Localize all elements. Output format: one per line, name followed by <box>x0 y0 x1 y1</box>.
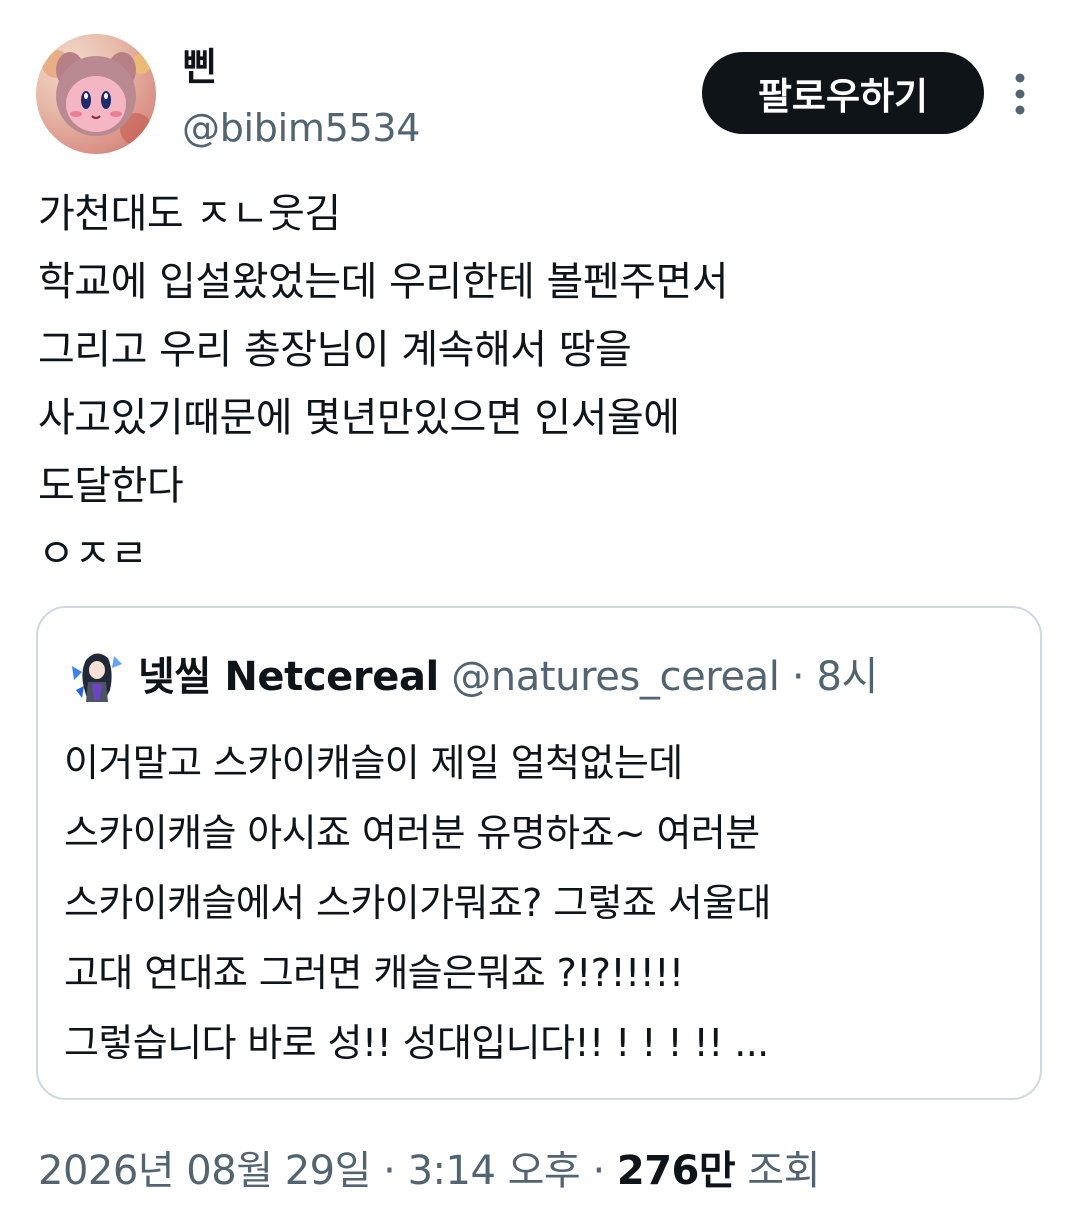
follow-button[interactable]: 팔로우하기 <box>702 52 984 134</box>
quote-author-name[interactable]: 넺씰 Netcereal <box>138 654 439 700</box>
tweet-line: 가천대도 ㅈㄴ웃김 <box>38 191 341 237</box>
quote-separator: · <box>791 654 805 700</box>
meta-separator: · <box>592 1148 605 1194</box>
quote-author-handle[interactable]: @natures_cereal <box>451 654 780 700</box>
quote-author-avatar[interactable] <box>66 646 126 706</box>
tweet-line: 학교에 입설왔었는데 우리한테 볼펜주면서 <box>38 259 729 305</box>
tweet-time[interactable]: 3:14 오후 <box>408 1148 581 1194</box>
quote-timestamp[interactable]: 8시 <box>817 654 879 700</box>
quote-line: 스카이캐슬에서 스카이가뭐죠? 그렇죠 서울대 <box>64 881 771 925</box>
quote-header: 넺씰 Netcereal @natures_cereal · 8시 <box>138 644 878 702</box>
tweet-line: 사고있기때문에 몇년만있으면 인서울에 <box>38 395 680 441</box>
tweet-meta: 2026년 08월 29일 · 3:14 오후 · 276만 조회 <box>38 1138 821 1196</box>
tweet-date[interactable]: 2026년 08월 29일 <box>38 1148 371 1194</box>
more-vertical-icon[interactable] <box>1006 72 1034 116</box>
views-count: 276만 <box>616 1148 736 1194</box>
quoted-tweet-card[interactable]: 넺씰 Netcereal @natures_cereal · 8시 이거말고 스… <box>36 606 1042 1100</box>
meta-separator: · <box>383 1148 396 1194</box>
tweet-line: 그리고 우리 총장님이 계속해서 땅을 <box>38 327 632 373</box>
quote-line: 고대 연대죠 그러면 캐슬은뭐죠 ?!?!!!!! <box>64 951 684 995</box>
quote-line: 이거말고 스카이캐슬이 제일 얼척없는데 <box>64 741 683 785</box>
tweet-line: ㅇㅈㄹ <box>38 531 147 577</box>
views-label: 조회 <box>747 1148 821 1194</box>
tweet-text: 가천대도 ㅈㄴ웃김 학교에 입설왔었는데 우리한테 볼펜주면서 그리고 우리 총… <box>38 180 1048 588</box>
quote-line: 그렇습니다 바로 성!! 성대입니다!! ! ! ! !! ... <box>64 1021 769 1065</box>
author-handle[interactable]: @bibim5534 <box>182 106 420 150</box>
quote-text: 이거말고 스카이캐슬이 제일 얼척없는데 스카이캐슬 아시죠 여러분 유명하죠~… <box>64 728 1014 1078</box>
tweet-line: 도달한다 <box>38 463 184 509</box>
quote-line: 스카이캐슬 아시죠 여러분 유명하죠~ 여러분 <box>64 811 760 855</box>
follow-button-label: 팔로우하기 <box>757 75 929 118</box>
kirby-plush-avatar-icon <box>42 50 152 145</box>
author-display-name[interactable]: 삔 <box>182 36 217 91</box>
author-avatar[interactable] <box>36 34 156 154</box>
anime-character-avatar-icon <box>72 653 122 702</box>
